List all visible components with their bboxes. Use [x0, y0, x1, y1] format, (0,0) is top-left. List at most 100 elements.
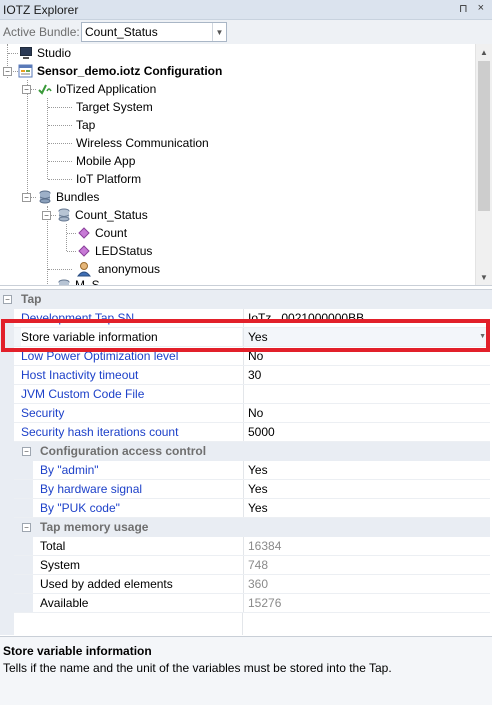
- tree-item-iot-platform[interactable]: IoT Platform: [76, 170, 141, 188]
- property-row-total[interactable]: Total 16384: [0, 537, 490, 556]
- tree-item-configuration[interactable]: Sensor_demo.iotz Configuration: [18, 62, 222, 80]
- variable-icon: [76, 225, 92, 241]
- tree-item-count-status[interactable]: Count_Status: [56, 206, 148, 224]
- property-row-used-by-added-elements[interactable]: Used by added elements 360: [0, 575, 490, 594]
- tree-item-label: Wireless Communication: [76, 136, 209, 150]
- tree-item-ledstatus[interactable]: LEDStatus: [76, 242, 152, 260]
- tree-item-bundles[interactable]: Bundles: [37, 188, 99, 206]
- tree-item-tap[interactable]: Tap: [76, 116, 95, 134]
- tree-item-studio[interactable]: Studio: [18, 44, 71, 62]
- explorer-title-bar: IOTZ Explorer ⊓ ×: [0, 0, 492, 20]
- property-value[interactable]: Yes: [243, 480, 490, 499]
- bundle-bar: Active Bundle: Count_Status ▼: [0, 20, 492, 44]
- tree-item-label: IoT Platform: [76, 172, 142, 186]
- check-wave-icon: [37, 81, 53, 97]
- database-icon: [56, 207, 72, 223]
- tree-item-label: Mobile App: [76, 154, 136, 168]
- tree-item-anonymous[interactable]: anonymous: [76, 260, 160, 278]
- property-value[interactable]: 5000: [243, 423, 490, 442]
- tree-item-wireless-communication[interactable]: Wireless Communication: [76, 134, 209, 152]
- collapse-iotized-application-icon[interactable]: −: [22, 85, 31, 94]
- window-title: IOTZ Explorer: [3, 2, 79, 17]
- property-name: Host Inactivity timeout: [21, 368, 139, 382]
- tree-item-label: LEDStatus: [95, 244, 153, 258]
- collapse-count-status-icon[interactable]: −: [42, 211, 51, 220]
- description-title: Store variable information: [3, 644, 152, 658]
- tree-item-label: Bundles: [56, 190, 100, 204]
- property-name: Available: [40, 596, 89, 610]
- tree-item-label: Sensor_demo.iotz Configuration: [37, 64, 223, 78]
- property-value: 360: [243, 575, 490, 594]
- property-row-system[interactable]: System 748: [0, 556, 490, 575]
- property-name: System: [40, 558, 81, 572]
- property-row-host-inactivity-timeout[interactable]: Host Inactivity timeout 30: [0, 366, 490, 385]
- tree-item-label: Count: [95, 226, 128, 240]
- tree-item-mobile-app[interactable]: Mobile App: [76, 152, 135, 170]
- collapse-category-icon[interactable]: −: [22, 447, 31, 456]
- tree-item-partial[interactable]: M_S...: [56, 278, 110, 286]
- property-value[interactable]: 30: [243, 366, 490, 385]
- tree-item-target-system[interactable]: Target System: [76, 98, 153, 116]
- computer-icon: [18, 45, 34, 61]
- category-label: Configuration access control: [40, 444, 207, 458]
- description-pane: Store variable information Tells if the …: [0, 636, 492, 705]
- property-row-available[interactable]: Available 15276: [0, 594, 490, 613]
- property-value[interactable]: [243, 385, 490, 404]
- category-configuration-access-control[interactable]: − Configuration access control: [0, 442, 490, 461]
- scroll-thumb[interactable]: [478, 61, 490, 211]
- close-icon[interactable]: ×: [478, 2, 484, 15]
- configuration-icon: [18, 63, 34, 79]
- property-name: By hardware signal: [40, 482, 143, 496]
- tree-vertical-scrollbar[interactable]: ▲ ▼: [475, 44, 492, 285]
- property-name: By "admin": [40, 463, 99, 477]
- property-name: Total: [40, 539, 66, 553]
- category-label: Tap: [21, 292, 42, 306]
- scroll-down-icon[interactable]: ▼: [476, 269, 492, 285]
- tree-item-label: Studio: [37, 46, 72, 60]
- highlight-annotation-box: [1, 319, 490, 352]
- description-text: Tells if the name and the unit of the va…: [3, 661, 392, 675]
- property-row-jvm-custom-code-file[interactable]: JVM Custom Code File: [0, 385, 490, 404]
- tree-item-label: Count_Status: [75, 208, 148, 222]
- property-value[interactable]: Yes: [243, 499, 490, 518]
- variable-icon: [76, 243, 92, 259]
- bundles-icon: [37, 189, 53, 205]
- property-name: Security hash iterations count: [21, 425, 179, 439]
- property-name: Used by added elements: [40, 577, 173, 591]
- property-row-by-puk-code[interactable]: By "PUK code" Yes: [0, 499, 490, 518]
- tree-item-label: M_S...: [75, 278, 110, 286]
- tree-item-iotized-application[interactable]: IoTized Application: [37, 80, 156, 98]
- property-row-by-hardware-signal[interactable]: By hardware signal Yes: [0, 480, 490, 499]
- property-value: 15276: [243, 594, 490, 613]
- category-label: Tap memory usage: [40, 520, 149, 534]
- database-icon: [56, 278, 72, 285]
- tree-item-label: Target System: [76, 100, 153, 114]
- property-name: By "PUK code": [40, 501, 120, 515]
- category-tap-memory-usage[interactable]: − Tap memory usage: [0, 518, 490, 537]
- tree-item-label: Tap: [76, 118, 96, 132]
- collapse-category-icon[interactable]: −: [3, 295, 12, 304]
- property-value[interactable]: No: [243, 404, 490, 423]
- active-bundle-value: Count_Status: [85, 25, 158, 39]
- explorer-tree: − − − − Studio Sensor_demo.iotz Configur…: [0, 44, 492, 286]
- property-value: 16384: [243, 537, 490, 556]
- chevron-down-icon[interactable]: ▼: [212, 23, 226, 41]
- user-icon: [76, 261, 92, 277]
- property-name: Security: [21, 406, 65, 420]
- scroll-up-icon[interactable]: ▲: [476, 44, 492, 61]
- property-row-security-hash-iterations-count[interactable]: Security hash iterations count 5000: [0, 423, 490, 442]
- pin-icon[interactable]: ⊓: [459, 2, 468, 15]
- property-value[interactable]: Yes: [243, 461, 490, 480]
- category-tap[interactable]: − Tap: [0, 290, 492, 309]
- property-row-security[interactable]: Security No: [0, 404, 490, 423]
- property-row-by-admin[interactable]: By "admin" Yes: [0, 461, 490, 480]
- property-name: JVM Custom Code File: [21, 387, 145, 401]
- collapse-bundles-icon[interactable]: −: [22, 193, 31, 202]
- tree-item-label: anonymous: [98, 262, 161, 276]
- active-bundle-dropdown[interactable]: Count_Status ▼: [81, 22, 227, 42]
- collapse-category-icon[interactable]: −: [22, 523, 31, 532]
- collapse-configuration-icon[interactable]: −: [3, 67, 12, 76]
- property-value: 748: [243, 556, 490, 575]
- tree-item-label: IoTized Application: [56, 82, 157, 96]
- tree-item-count[interactable]: Count: [76, 224, 127, 242]
